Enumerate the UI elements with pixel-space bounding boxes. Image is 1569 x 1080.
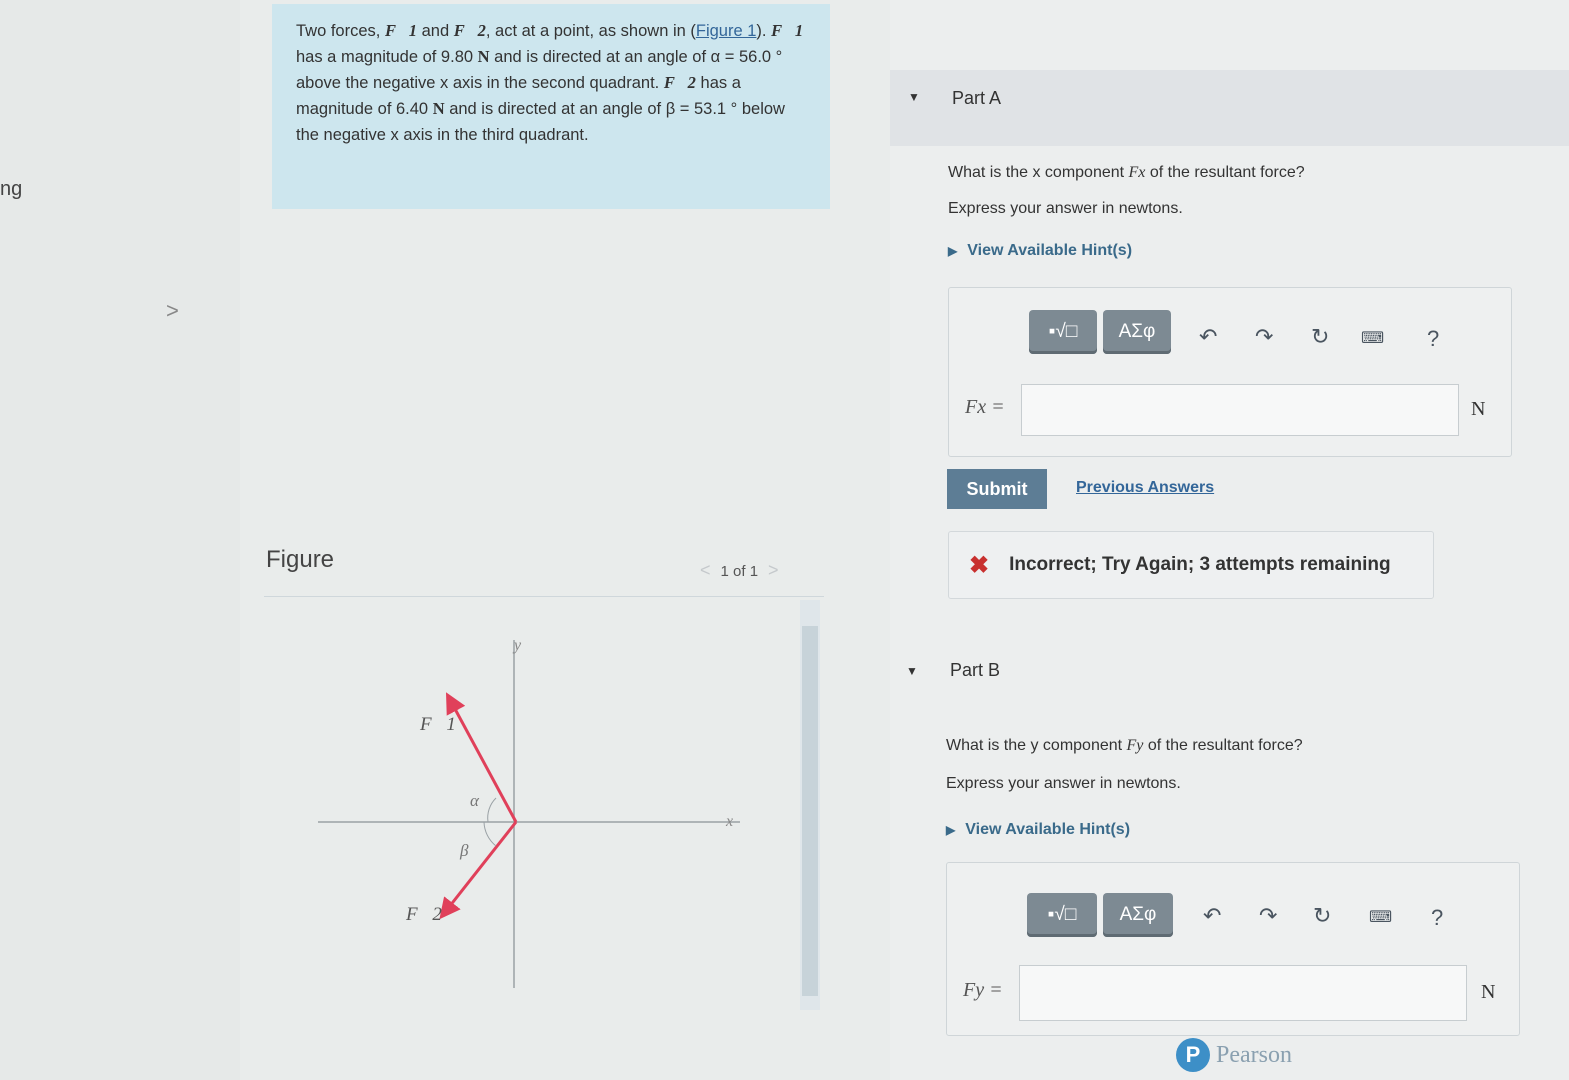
force-f1-symbol: F⃗1 [384, 21, 418, 40]
part-a-hint-link[interactable]: ▶ View Available Hint(s) [948, 242, 1132, 260]
problem-statement: Two forces, F⃗1 and F⃗2, act at a point,… [272, 4, 830, 209]
force-f2-symbol: F⃗2 [453, 21, 486, 40]
part-b-title: Part B [950, 660, 1001, 680]
alpha-label: α [470, 791, 480, 810]
figure-scrollbar[interactable] [800, 600, 820, 1010]
beta-expression: β = 53.1 ° [665, 100, 738, 118]
keyboard-icon[interactable]: ⌨ [1361, 328, 1384, 348]
force-f2-symbol: F⃗2 [663, 73, 696, 92]
part-a-answer-box: ▪√□ ΑΣφ ↶ ↷ ↻ ⌨ ? Fx = N [948, 287, 1512, 457]
fy-unit-label: N [1481, 981, 1496, 1003]
unit-newton: N [432, 99, 445, 118]
y-axis-label: y [512, 637, 522, 654]
problem-text: and is directed at an angle of [489, 48, 711, 66]
pager-text: 1 of 1 [720, 563, 759, 580]
pearson-brand: P Pearson [1176, 1038, 1292, 1072]
figure-divider [264, 596, 824, 597]
math-template-button[interactable]: ▪√□ [1029, 310, 1097, 354]
problem-text: and is directed at an angle of [444, 100, 666, 118]
submit-button[interactable]: Submit [947, 469, 1047, 509]
undo-icon[interactable]: ↶ [1203, 903, 1221, 929]
part-b-hint-link[interactable]: ▶ View Available Hint(s) [946, 821, 1130, 839]
pearson-logo-icon: P [1176, 1038, 1210, 1072]
problem-text: , act at a point, as shown in ( [485, 22, 696, 40]
f1-label: F⃗1 [419, 714, 456, 735]
keyboard-icon[interactable]: ⌨ [1369, 907, 1392, 927]
help-button[interactable]: ? [1427, 326, 1439, 352]
figure-pager: <1 of 1 > [690, 560, 789, 581]
force-f1-arrow [446, 692, 518, 823]
gutter-text: ng [0, 178, 23, 200]
part-a-instructions: Express your answer in newtons. [948, 200, 1183, 217]
force-f2-arrow [439, 821, 518, 920]
reset-icon[interactable]: ↻ [1311, 324, 1329, 350]
question-text: What is the x component [948, 164, 1129, 181]
force-diagram: y x F⃗1 F⃗2 α β [318, 637, 740, 988]
beta-label: β [459, 841, 469, 860]
hint-label: View Available Hint(s) [965, 821, 1131, 838]
help-button[interactable]: ? [1431, 905, 1443, 931]
alpha-arc [487, 797, 497, 823]
x-axis-label: x [725, 813, 733, 830]
problem-text: and [417, 22, 454, 40]
unit-newton: N [477, 47, 490, 66]
problem-text: has a magnitude of 9.80 [296, 48, 478, 66]
pearson-text: Pearson [1216, 1041, 1292, 1068]
force-f1-symbol: F⃗1 [771, 21, 804, 40]
math-template-button[interactable]: ▪√□ [1027, 893, 1097, 937]
collapse-triangle-icon[interactable]: ▼ [908, 90, 920, 104]
question-variable: Fy [1126, 737, 1144, 754]
problem-text: above the negative x axis in the second … [296, 74, 664, 92]
fx-unit-label: N [1471, 398, 1486, 420]
expand-triangle-icon: ▶ [946, 823, 956, 837]
figure-link[interactable]: Figure 1 [696, 22, 757, 40]
scrollbar-thumb[interactable] [802, 626, 818, 996]
problem-text: ). [756, 22, 772, 40]
fy-variable-label: Fy = [963, 979, 1003, 1001]
collapse-arrow-icon[interactable]: > [166, 298, 179, 324]
part-a-title: Part A [952, 88, 1002, 108]
previous-answers-link[interactable]: Previous Answers [1076, 479, 1214, 497]
incorrect-feedback: ✖ Incorrect; Try Again; 3 attempts remain… [948, 531, 1434, 599]
question-text: of the resultant force? [1143, 737, 1303, 754]
part-b-question: What is the y component Fy of the result… [946, 737, 1303, 755]
part-b-answer-box: ▪√□ ΑΣφ ↶ ↷ ↻ ⌨ ? Fy = N [946, 862, 1520, 1036]
question-text: What is the y component [946, 737, 1127, 754]
question-variable: Fx [1128, 164, 1146, 181]
alpha-expression: α = 56.0 ° [710, 48, 783, 66]
fy-answer-input[interactable] [1019, 965, 1467, 1021]
reset-icon[interactable]: ↻ [1313, 903, 1331, 929]
expand-triangle-icon: ▶ [948, 244, 958, 258]
figure-heading: Figure [266, 546, 335, 573]
beta-arc [483, 821, 497, 847]
hint-label: View Available Hint(s) [967, 242, 1133, 259]
prev-figure-button[interactable]: < [700, 560, 711, 580]
part-a-question: What is the x component Fx of the result… [948, 164, 1305, 182]
fx-answer-input[interactable] [1021, 384, 1459, 436]
collapse-triangle-icon[interactable]: ▼ [906, 664, 918, 678]
problem-text: Two forces, [296, 22, 385, 40]
left-gutter [0, 0, 240, 1080]
next-figure-button[interactable]: > [768, 560, 779, 580]
part-b-instructions: Express your answer in newtons. [946, 775, 1181, 792]
redo-icon[interactable]: ↷ [1255, 324, 1273, 350]
undo-icon[interactable]: ↶ [1199, 324, 1217, 350]
x-mark-icon: ✖ [969, 551, 990, 579]
redo-icon[interactable]: ↷ [1259, 903, 1277, 929]
f2-label: F⃗2 [405, 904, 442, 925]
feedback-text: Incorrect; Try Again; 3 attempts remaini… [1009, 554, 1391, 575]
fx-variable-label: Fx = [965, 396, 1005, 418]
question-text: of the resultant force? [1145, 164, 1305, 181]
greek-symbols-button[interactable]: ΑΣφ [1103, 893, 1173, 937]
greek-symbols-button[interactable]: ΑΣφ [1103, 310, 1171, 354]
